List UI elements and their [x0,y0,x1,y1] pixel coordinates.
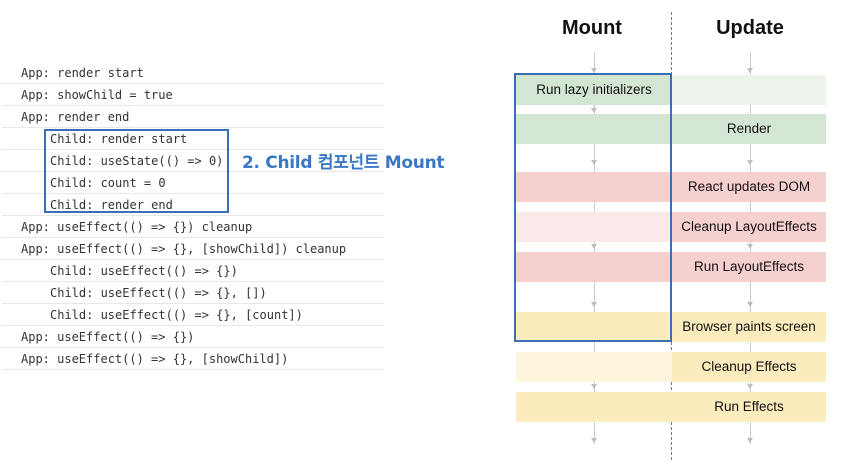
console-line-text: App: useEffect(() => {}) cleanup [21,220,253,234]
stage-band-update [672,75,826,105]
console-line-text: Child: useEffect(() => {}, []) [50,286,267,300]
flow-arrow-icon [747,160,753,165]
stage-label-update: Render [726,121,772,136]
flow-arrow-icon [591,438,597,443]
mount-column-title: Mount [562,17,622,39]
flow-arrow-icon [747,302,753,307]
console-line-text: Child: useEffect(() => {}) [50,264,238,278]
flow-arrow-icon [747,438,753,443]
flow-arrow-icon [591,384,597,389]
console-line: App: useEffect(() => {}) cleanup [2,216,384,238]
console-line: Child: useEffect(() => {}, []) [2,282,384,304]
console-line-text: App: useEffect(() => {}, [showChild]) [21,352,289,366]
stage-label-update: React updates DOM [687,179,811,194]
console-line: Child: useEffect(() => {}, [count]) [2,304,384,326]
flow-arrow-icon [747,244,753,249]
child-mount-callout: 2. Child 컴포넌트 Mount [242,153,445,173]
console-line: App: render start [2,62,384,84]
stage-band-mount [516,352,672,382]
console-line-text: Child: useEffect(() => {}, [count]) [50,308,303,322]
stage-band-mount [516,392,672,422]
console-line-text: App: showChild = true [21,88,173,102]
flow-arrow-icon [747,384,753,389]
console-line: App: useEffect(() => {}) [2,326,384,348]
flow-arrow-icon [747,68,753,73]
console-line-text: App: render start [21,66,144,80]
console-line: App: render end [2,106,384,128]
stage-label-update: Run Effects [714,399,784,414]
console-line: Child: useEffect(() => {}) [2,260,384,282]
stage-label-update: Cleanup LayoutEffects [681,219,817,234]
update-column-title: Update [716,17,784,39]
mount-highlight-box [514,73,672,342]
console-line: App: showChild = true [2,84,384,106]
stage-label-update: Browser paints screen [682,319,816,334]
stage-label-update: Run LayoutEffects [693,259,805,274]
child-mount-highlight-box [44,129,229,213]
console-line: App: useEffect(() => {}, [showChild]) [2,348,384,370]
console-line-text: App: useEffect(() => {}, [showChild]) cl… [21,242,347,256]
console-line-text: App: render end [21,110,130,124]
console-line-text: App: useEffect(() => {}) [21,330,195,344]
console-line: App: useEffect(() => {}, [showChild]) cl… [2,238,384,260]
stage-label-update: Cleanup Effects [701,359,797,374]
